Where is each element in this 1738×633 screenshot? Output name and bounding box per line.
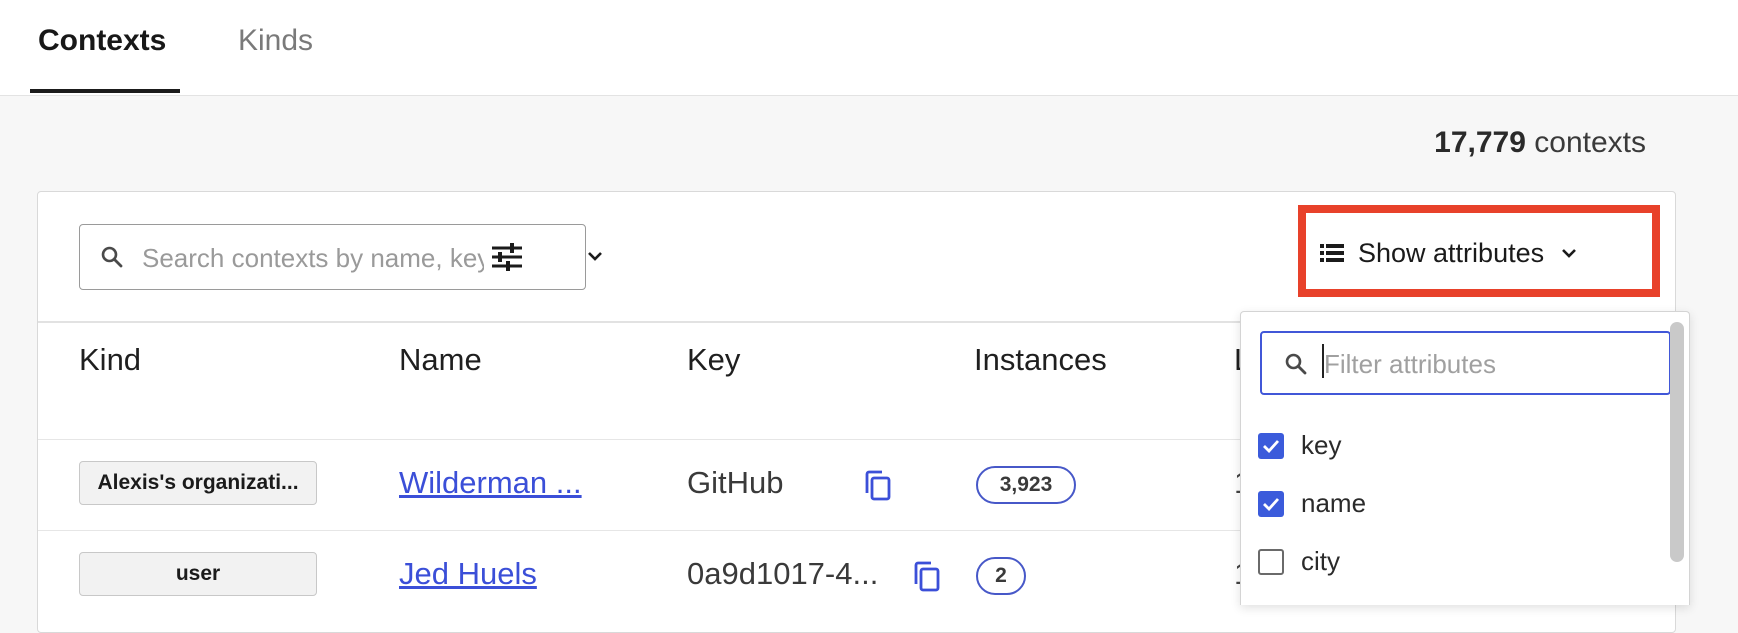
chevron-down-icon xyxy=(1560,246,1578,260)
filter-attributes-input[interactable] xyxy=(1322,344,1656,384)
kind-badge: user xyxy=(79,552,317,596)
context-key: 0a9d1017-4... xyxy=(687,556,879,591)
search-contexts-input[interactable] xyxy=(140,237,486,279)
instances-badge[interactable]: 3,923 xyxy=(976,466,1076,504)
context-key: GitHub xyxy=(687,465,784,500)
check-icon xyxy=(1263,439,1280,453)
attribute-option-city[interactable]: city xyxy=(1258,546,1340,577)
attributes-dropdown: key name city xyxy=(1240,311,1690,605)
column-header-instances[interactable]: Instances xyxy=(974,342,1107,378)
active-tab-indicator xyxy=(30,89,180,93)
copy-icon[interactable] xyxy=(863,469,893,508)
instances-badge[interactable]: 2 xyxy=(976,557,1026,595)
search-icon xyxy=(1284,352,1308,381)
list-icon xyxy=(1320,243,1344,263)
tab-kinds[interactable]: Kinds xyxy=(238,24,313,58)
show-attributes-button[interactable]: Show attributes xyxy=(1320,230,1578,276)
attribute-option-name[interactable]: name xyxy=(1258,488,1366,519)
column-header-kind[interactable]: Kind xyxy=(79,342,141,378)
contexts-count: 17,779 contexts xyxy=(1434,126,1646,160)
attribute-label: name xyxy=(1301,488,1367,518)
kind-badge: Alexis's organizati... xyxy=(79,461,317,505)
tune-icon[interactable] xyxy=(490,241,524,278)
chevron-down-icon[interactable] xyxy=(586,249,604,268)
attribute-label: key xyxy=(1301,430,1342,460)
contexts-count-unit: contexts xyxy=(1534,126,1646,159)
column-header-key[interactable]: Key xyxy=(687,342,740,378)
column-header-name[interactable]: Name xyxy=(399,342,482,378)
context-name-link[interactable]: Jed Huels xyxy=(399,556,537,592)
checkbox-unchecked[interactable] xyxy=(1258,548,1284,575)
context-name-link[interactable]: Wilderman ... xyxy=(399,465,582,501)
search-contexts-box[interactable] xyxy=(79,224,602,290)
attribute-option-key[interactable]: key xyxy=(1258,430,1341,461)
attribute-label: city xyxy=(1301,546,1340,576)
show-attributes-label: Show attributes xyxy=(1358,237,1545,268)
top-tab-bar: Contexts Kinds xyxy=(0,0,1738,96)
dropdown-scrollbar-thumb[interactable] xyxy=(1670,322,1684,562)
checkbox-checked[interactable] xyxy=(1258,490,1284,517)
text-cursor xyxy=(1322,344,1324,378)
check-icon xyxy=(1263,497,1280,511)
checkbox-checked[interactable] xyxy=(1258,432,1284,459)
search-icon xyxy=(100,245,124,274)
contexts-count-number: 17,779 xyxy=(1434,126,1526,159)
tab-contexts[interactable]: Contexts xyxy=(38,24,166,58)
copy-icon[interactable] xyxy=(912,560,942,599)
